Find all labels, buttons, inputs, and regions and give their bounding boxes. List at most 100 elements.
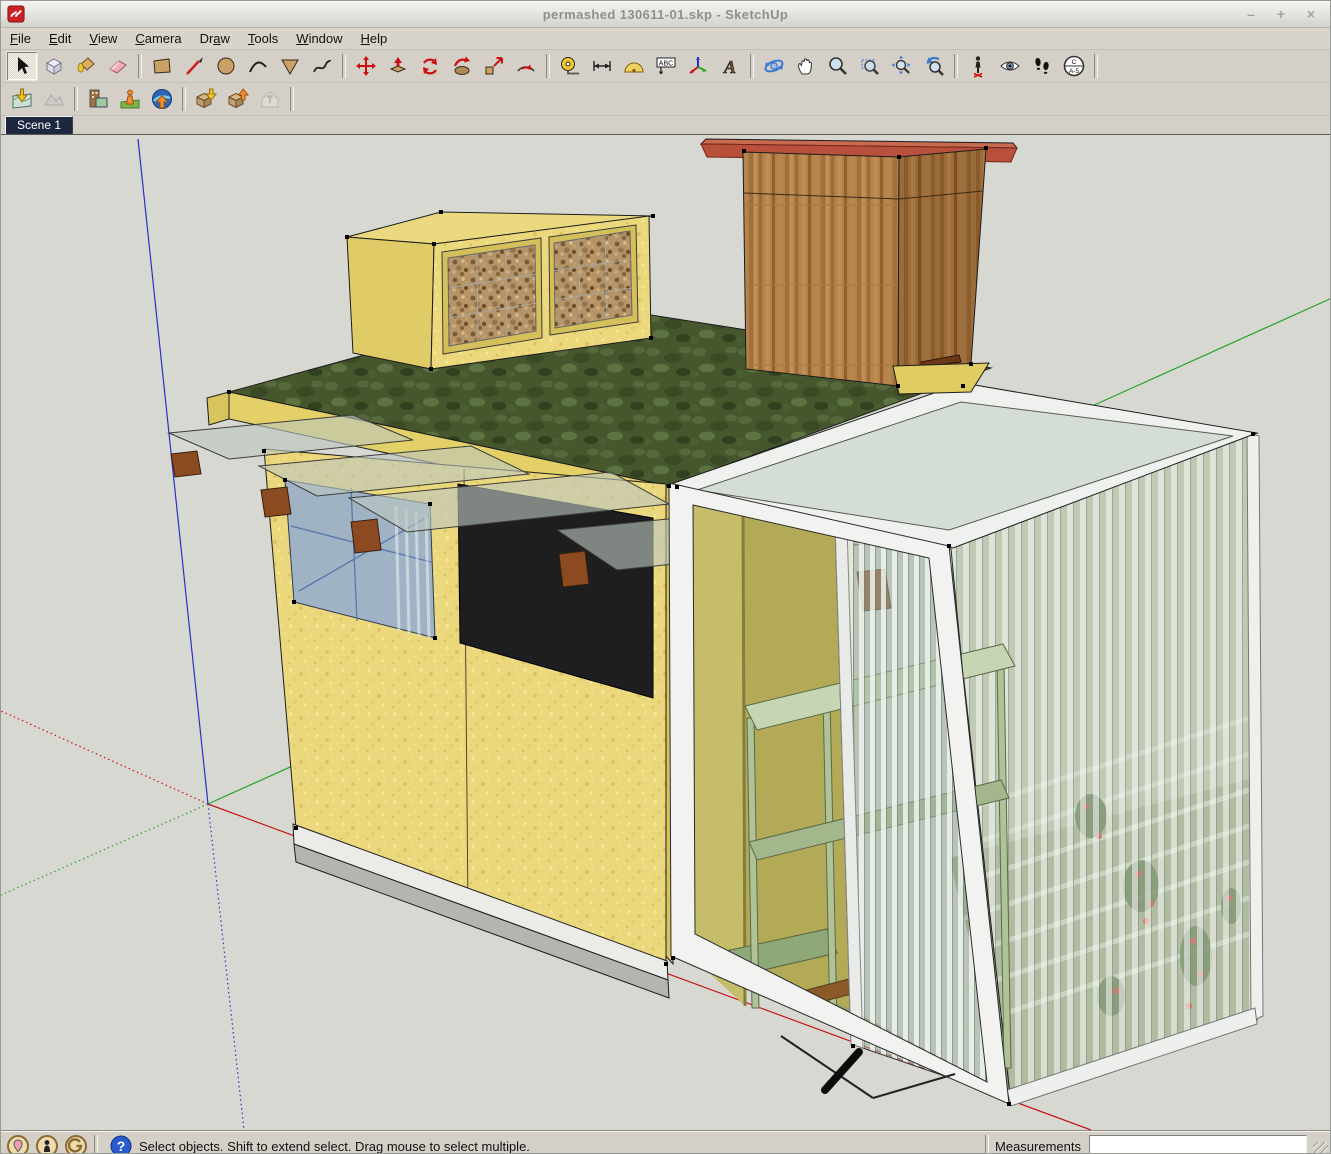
close-button[interactable]: × — [1302, 5, 1320, 23]
menu-tools[interactable]: Tools — [239, 29, 287, 48]
sign-in-status-icon[interactable] — [64, 1134, 88, 1154]
tape-measure-icon — [558, 54, 582, 78]
component-box-icon — [42, 54, 66, 78]
pan-hand-icon — [794, 54, 818, 78]
scale-icon — [482, 54, 506, 78]
wood-planter-box[interactable] — [701, 139, 1017, 386]
zoom-window-icon — [858, 54, 882, 78]
geo-location-icon[interactable] — [6, 1134, 30, 1154]
share-component-button[interactable] — [254, 84, 286, 114]
menu-help[interactable]: Help — [352, 29, 397, 48]
maximize-button[interactable]: + — [1272, 5, 1290, 23]
pan-tool-button[interactable] — [790, 51, 822, 81]
zoom-tool-button[interactable] — [822, 51, 854, 81]
3d-text-icon: A — [718, 54, 742, 78]
share-model-button[interactable] — [222, 84, 254, 114]
footprints-icon — [1030, 54, 1054, 78]
arc-tool-button[interactable] — [242, 51, 274, 81]
orbit-tool-button[interactable] — [758, 51, 790, 81]
zoom-extents-button[interactable] — [886, 51, 918, 81]
scene-tab-1[interactable]: Scene 1 — [5, 116, 73, 134]
share-component-icon — [258, 87, 282, 111]
measurements-input[interactable] — [1089, 1135, 1307, 1154]
toolbar-separator — [182, 87, 186, 111]
freehand-icon — [310, 54, 334, 78]
status-separator — [94, 1135, 98, 1154]
push-pull-tool-button[interactable] — [382, 51, 414, 81]
protractor-tool-button[interactable] — [618, 51, 650, 81]
measurements-label: Measurements — [995, 1139, 1081, 1154]
offset-tool-button[interactable] — [510, 51, 542, 81]
google-earth-button[interactable] — [146, 84, 178, 114]
zoom-previous-button[interactable] — [918, 51, 950, 81]
paint-bucket-button[interactable] — [70, 51, 102, 81]
menu-draw[interactable]: Draw — [191, 29, 239, 48]
toolbar-google — [1, 83, 1330, 116]
status-hint-text: Select objects. Shift to extend select. … — [139, 1139, 530, 1154]
insect-panel-left[interactable] — [448, 245, 536, 346]
position-camera-button[interactable] — [962, 51, 994, 81]
dimension-icon — [590, 54, 614, 78]
paint-bucket-icon — [74, 54, 98, 78]
section-plane-button[interactable]: CA-5 — [1058, 51, 1090, 81]
toolbar-separator — [290, 87, 294, 111]
circle-tool-button[interactable] — [210, 51, 242, 81]
preview-earth-button[interactable] — [114, 84, 146, 114]
offset-icon — [514, 54, 538, 78]
help-icon[interactable]: ? — [109, 1134, 133, 1154]
eraser-button[interactable] — [102, 51, 134, 81]
tape-measure-button[interactable] — [554, 51, 586, 81]
roof-fascia-end[interactable] — [207, 392, 229, 425]
svg-text:ABC: ABC — [659, 61, 673, 68]
move-icon — [354, 54, 378, 78]
photo-textures-button[interactable] — [82, 84, 114, 114]
polygon-tool-button[interactable] — [274, 51, 306, 81]
share-model-icon — [226, 87, 250, 111]
rectangle-tool-button[interactable] — [146, 51, 178, 81]
get-models-button[interactable] — [190, 84, 222, 114]
minimize-button[interactable]: – — [1242, 5, 1260, 23]
look-around-button[interactable] — [994, 51, 1026, 81]
text-tool-button[interactable]: ABC — [650, 51, 682, 81]
3d-text-tool-button[interactable]: A — [714, 51, 746, 81]
menu-file[interactable]: File — [1, 29, 40, 48]
toolbar-main: ABC A CA-5 — [1, 50, 1330, 83]
sketchup-window: permashed 130611-01.skp - SketchUp – + ×… — [0, 0, 1331, 1154]
rotate-tool-button[interactable] — [414, 51, 446, 81]
toggle-terrain-button[interactable] — [38, 84, 70, 114]
move-tool-button[interactable] — [350, 51, 382, 81]
menu-edit[interactable]: Edit — [40, 29, 80, 48]
select-tool-button[interactable] — [6, 51, 38, 81]
line-tool-button[interactable] — [178, 51, 210, 81]
dimension-tool-button[interactable] — [586, 51, 618, 81]
credit-status-icon[interactable] — [35, 1134, 59, 1154]
make-component-button[interactable] — [38, 51, 70, 81]
greenhouse-model[interactable] — [669, 363, 1263, 1106]
status-separator — [985, 1135, 989, 1154]
zoom-window-button[interactable] — [854, 51, 886, 81]
planter-front[interactable] — [743, 152, 899, 386]
insect-panel-right[interactable] — [554, 231, 632, 328]
add-location-button[interactable] — [6, 84, 38, 114]
axes-icon — [686, 54, 710, 78]
scale-tool-button[interactable] — [478, 51, 510, 81]
viewport-canvas[interactable] — [1, 135, 1331, 1130]
menu-window[interactable]: Window — [287, 29, 351, 48]
select-arrow-icon — [10, 54, 34, 78]
toolbar-separator — [342, 54, 346, 78]
freehand-tool-button[interactable] — [306, 51, 338, 81]
svg-text:C: C — [1072, 59, 1077, 66]
resize-grip[interactable] — [1313, 1142, 1328, 1154]
toolbar-separator — [750, 54, 754, 78]
google-earth-icon — [150, 87, 174, 111]
menu-view[interactable]: View — [80, 29, 126, 48]
zoom-extents-icon — [890, 54, 914, 78]
axes-tool-button[interactable] — [682, 51, 714, 81]
rectangle-icon — [150, 54, 174, 78]
position-camera-icon — [966, 54, 990, 78]
walk-tool-button[interactable] — [1026, 51, 1058, 81]
menu-camera[interactable]: Camera — [126, 29, 190, 48]
toolbar-separator — [546, 54, 550, 78]
follow-me-tool-button[interactable] — [446, 51, 478, 81]
modeling-viewport[interactable] — [1, 135, 1330, 1130]
